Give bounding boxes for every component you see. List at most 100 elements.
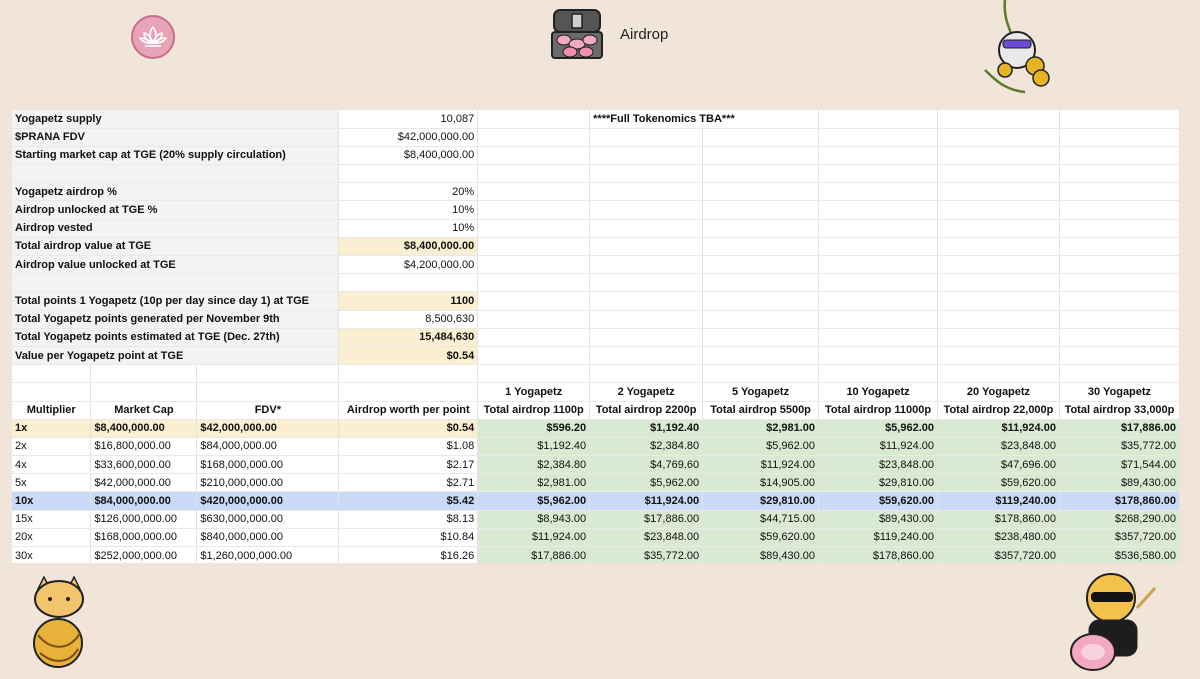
value-cell: $42,000,000.00 (90, 473, 198, 493)
group-header: 2 Yogapetz (589, 382, 704, 402)
label-points-generated: Total Yogapetz points generated per Nove… (12, 310, 340, 329)
spacer-row (12, 273, 1180, 293)
value-cell: $168,000,000.00 (90, 528, 198, 548)
value-cell: $14,905.00 (702, 473, 820, 493)
summary-row: Yogapetz supply 10,087 ****Full Tokenomi… (12, 110, 1180, 129)
group-header: 30 Yogapetz (1059, 382, 1180, 402)
table-row: 30x $252,000,000.00 $1,260,000,000.00 $16.2… (12, 546, 1180, 563)
value-vested: 10% (338, 219, 479, 238)
value-points-one: 1100 (338, 291, 479, 311)
summary-row: Starting market cap at TGE (20% supply c… (12, 146, 1180, 166)
value-unlocked-value: $4,200,000.00 (338, 255, 479, 275)
value-cell: $0.54 (338, 419, 479, 438)
summary-row: Airdrop unlocked at TGE % 10% (12, 200, 1180, 220)
multiplier-cell: 20x (12, 528, 92, 548)
value-cell: $84,000,000.00 (90, 491, 198, 511)
value-cell: $126,000,000.00 (90, 510, 198, 529)
value-cell: $2.17 (338, 455, 479, 475)
summary-row: Total Yogapetz points generated per Nove… (12, 310, 1180, 329)
column-header: Airdrop worth per point (338, 401, 479, 420)
value-cell: $23,848.00 (589, 528, 704, 548)
value-cell: $8,943.00 (477, 510, 591, 529)
value-cell: $536,580.00 (1059, 546, 1180, 563)
tokenomics-table: Yogapetz supply 10,087 ****Full Tokenomi… (12, 110, 1180, 563)
value-cell: $1.08 (338, 437, 479, 457)
value-cell: $5,962.00 (589, 473, 704, 493)
label-market-cap: Starting market cap at TGE (20% supply c… (12, 146, 340, 166)
multiplier-cell: 5x (12, 473, 92, 493)
value-cell: $8,400,000.00 (90, 419, 198, 438)
value-cell: $11,924.00 (589, 491, 704, 511)
multiplier-cell: 10x (12, 491, 92, 511)
value-cell: $35,772.00 (1059, 437, 1180, 457)
value-cell: $16,800,000.00 (90, 437, 198, 457)
value-cell: $89,430.00 (702, 546, 820, 563)
multiplier-cell: 2x (12, 437, 92, 457)
value-fdv: $42,000,000.00 (338, 128, 479, 147)
value-cell: $23,848.00 (818, 455, 938, 475)
value-cell: $596.20 (477, 419, 591, 438)
table-row: 2x $16,800,000.00 $84,000,000.00 $1.08 $1,19… (12, 437, 1180, 457)
value-cell: $17,886.00 (1059, 419, 1180, 438)
monkey-sunglasses-icon (1055, 568, 1165, 674)
value-market-cap: $8,400,000.00 (338, 146, 479, 166)
value-cell: $59,620.00 (702, 528, 820, 548)
value-cell: $11,924.00 (702, 455, 820, 475)
summary-row: Total airdrop value at TGE $8,400,000.00 (12, 237, 1180, 257)
value-cell: $16.26 (338, 546, 479, 563)
value-total-value: $8,400,000.00 (338, 237, 479, 257)
value-cell: $630,000,000.00 (196, 510, 340, 529)
value-cell: $5,962.00 (477, 491, 591, 511)
column-header: Total airdrop 33,000p (1059, 401, 1180, 420)
spreadsheet: Yogapetz supply 10,087 ****Full Tokenomi… (12, 110, 1180, 563)
value-cell: $268,290.00 (1059, 510, 1180, 529)
value-cell: $47,696.00 (937, 455, 1060, 475)
value-points-generated: 8,500,630 (338, 310, 479, 329)
value-cell: $168,000,000.00 (196, 455, 340, 475)
value-cell: $29,810.00 (818, 473, 938, 493)
column-header: Total airdrop 22,000p (937, 401, 1060, 420)
column-header: Multiplier (12, 401, 92, 420)
multiplier-cell: 30x (12, 546, 92, 563)
value-cell: $59,620.00 (818, 491, 938, 511)
value-cell: $119,240.00 (818, 528, 938, 548)
value-cell: $2,981.00 (477, 473, 591, 493)
value-cell: $1,260,000,000.00 (196, 546, 340, 563)
cat-mascot-icon (20, 575, 100, 673)
value-cell: $2,384.80 (589, 437, 704, 457)
multiplier-cell: 15x (12, 510, 92, 529)
label-unlocked-pct: Airdrop unlocked at TGE % (12, 200, 340, 220)
value-cell: $252,000,000.00 (90, 546, 198, 563)
value-cell: $17,886.00 (477, 546, 591, 563)
value-cell: $89,430.00 (818, 510, 938, 529)
label-vested: Airdrop vested (12, 219, 340, 238)
value-cell: $10.84 (338, 528, 479, 548)
value-cell: $178,860.00 (1059, 491, 1180, 511)
value-cell: $33,600,000.00 (90, 455, 198, 475)
value-cell: $59,620.00 (937, 473, 1060, 493)
value-cell: $420,000,000.00 (196, 491, 340, 511)
value-cell: $210,000,000.00 (196, 473, 340, 493)
summary-row: Airdrop vested 10% (12, 219, 1180, 238)
label-fdv: $PRANA FDV (12, 128, 340, 147)
value-unlocked-pct: 10% (338, 200, 479, 220)
label-value-per-point: Value per Yogapetz point at TGE (12, 346, 340, 366)
lotus-icon (131, 15, 175, 59)
table-row: 15x $126,000,000.00 $630,000,000.00 $8.13 $8… (12, 510, 1180, 529)
summary-row: Airdrop value unlocked at TGE $4,200,000… (12, 255, 1180, 275)
value-cell: $2,981.00 (702, 419, 820, 438)
value-cell: $89,430.00 (1059, 473, 1180, 493)
summary-row: Value per Yogapetz point at TGE $0.54 (12, 346, 1180, 366)
label-points-one: Total points 1 Yogapetz (10p per day sin… (12, 291, 340, 311)
treasure-chest-icon (546, 6, 608, 64)
value-cell: $1,192.40 (589, 419, 704, 438)
value-cell: $178,860.00 (937, 510, 1060, 529)
group-header: 1 Yogapetz (477, 382, 591, 402)
value-cell: $35,772.00 (589, 546, 704, 563)
group-header: 10 Yogapetz (818, 382, 938, 402)
page-title: Airdrop (620, 26, 669, 43)
label-points-estimated: Total Yogapetz points estimated at TGE (… (12, 328, 340, 347)
value-cell: $5,962.00 (818, 419, 938, 438)
multiplier-rows: 1x $8,400,000.00 $42,000,000.00 $0.54 $596.2… (12, 419, 1180, 563)
value-cell: $238,480.00 (937, 528, 1060, 548)
